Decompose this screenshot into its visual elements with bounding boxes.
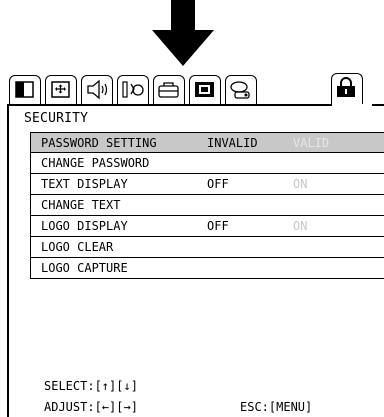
menu-item-logo-display[interactable]: LOGO DISPLAY OFF ON	[30, 216, 384, 237]
image-adjust-icon	[51, 81, 70, 98]
option-valid[interactable]: VALID	[293, 136, 329, 150]
tab-option[interactable]	[225, 75, 257, 104]
tab-audio[interactable]	[81, 75, 113, 104]
tab-screen[interactable]	[189, 75, 221, 104]
picture-icon	[15, 81, 34, 98]
menu-item-password-setting[interactable]: PASSWORD SETTING INVALID VALID	[30, 132, 384, 153]
option-icon	[230, 81, 250, 99]
menu-item-label: TEXT DISPLAY	[41, 177, 128, 191]
option-on[interactable]: ON	[293, 219, 307, 233]
option-invalid[interactable]: INVALID	[207, 136, 258, 150]
tab-divider	[7, 104, 384, 106]
menu-items: PASSWORD SETTING INVALID VALID CHANGE PA…	[30, 132, 384, 279]
setup-icon	[158, 82, 179, 98]
menu-item-label: PASSWORD SETTING	[41, 136, 157, 150]
pointer-arrow-icon	[152, 0, 214, 66]
menu-item-label: LOGO CAPTURE	[41, 261, 128, 275]
select-hint: SELECT:[↑][↓]	[44, 379, 138, 393]
menu-tabs	[7, 73, 384, 107]
option-off[interactable]: OFF	[207, 177, 229, 191]
option-on[interactable]: ON	[293, 177, 307, 191]
adjust-hint: ADJUST:[←][→]	[44, 400, 138, 414]
menu-item-logo-clear[interactable]: LOGO CLEAR	[30, 237, 384, 258]
menu-item-text-display[interactable]: TEXT DISPLAY OFF ON	[30, 174, 384, 195]
tab-image[interactable]	[45, 75, 77, 104]
tab-picture[interactable]	[9, 75, 41, 104]
menu-item-change-text[interactable]: CHANGE TEXT	[30, 195, 384, 216]
esc-hint: ESC:[MENU]	[240, 400, 313, 414]
lock-icon	[337, 77, 355, 97]
menu-frame	[7, 104, 9, 417]
menu-item-logo-capture[interactable]: LOGO CAPTURE	[30, 258, 384, 279]
menu-item-label: CHANGE PASSWORD	[41, 156, 150, 170]
menu-item-label: LOGO CLEAR	[41, 240, 114, 254]
speaker-icon	[87, 79, 108, 100]
option-off[interactable]: OFF	[207, 219, 229, 233]
tab-input[interactable]	[117, 75, 149, 104]
menu-item-label: LOGO DISPLAY	[41, 219, 128, 233]
tab-security[interactable]	[331, 73, 363, 106]
tab-setup[interactable]	[153, 75, 185, 104]
input-icon	[122, 81, 144, 98]
menu-item-label: CHANGE TEXT	[41, 198, 121, 212]
menu-item-change-password[interactable]: CHANGE PASSWORD	[30, 153, 384, 174]
screen-icon	[195, 82, 214, 97]
menu-title: SECURITY	[24, 111, 89, 126]
